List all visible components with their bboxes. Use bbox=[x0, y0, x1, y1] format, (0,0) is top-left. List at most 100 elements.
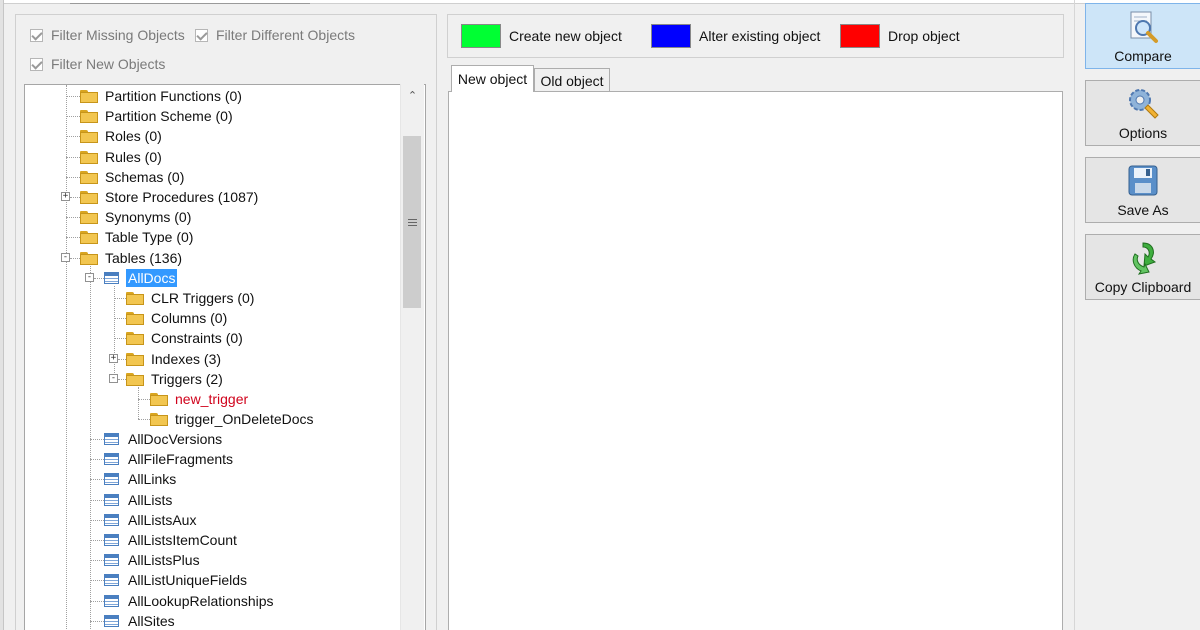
compare-button[interactable]: Compare bbox=[1085, 3, 1200, 69]
folder-icon bbox=[126, 291, 144, 305]
tree-node-new-trigger[interactable]: new_trigger bbox=[150, 389, 250, 409]
filter-missing-checkbox[interactable]: Filter Missing Objects bbox=[30, 26, 185, 44]
tree-node-alldocs[interactable]: AllDocs bbox=[104, 268, 178, 288]
tab-new-object-label: New object bbox=[457, 71, 528, 87]
legend-swatch-green bbox=[461, 24, 501, 48]
legend-drop: Drop object bbox=[840, 24, 960, 48]
checkbox-icon bbox=[195, 28, 208, 42]
folder-icon bbox=[150, 392, 168, 406]
color-legend: Create new object Alter existing object … bbox=[447, 14, 1064, 58]
folder-icon bbox=[126, 372, 144, 386]
table-icon bbox=[104, 595, 119, 607]
tree-node-store-procedures[interactable]: Store Procedures (1087) bbox=[80, 187, 260, 207]
window-edge bbox=[0, 0, 4, 630]
legend-drop-label: Drop object bbox=[888, 28, 960, 44]
compare-magnifier-icon bbox=[1130, 11, 1158, 43]
scroll-up-button[interactable]: ⌃ bbox=[401, 84, 424, 106]
tree-node-alllinks[interactable]: AllLinks bbox=[104, 469, 178, 489]
folder-icon bbox=[80, 89, 98, 103]
folder-icon bbox=[126, 311, 144, 325]
tree-node-alllookuprelationships[interactable]: AllLookupRelationships bbox=[104, 591, 276, 611]
table-icon bbox=[104, 272, 119, 284]
copy-clipboard-label: Copy Clipboard bbox=[1094, 279, 1192, 295]
collapse-toggle[interactable]: - bbox=[85, 273, 94, 282]
tree-node-clr-triggers[interactable]: CLR Triggers (0) bbox=[126, 288, 256, 308]
tree-node-trigger-ondeletedocs[interactable]: trigger_OnDeleteDocs bbox=[150, 409, 316, 429]
folder-icon bbox=[80, 210, 98, 224]
folder-icon bbox=[80, 170, 98, 184]
scrollbar-thumb[interactable] bbox=[403, 136, 421, 308]
tree-node-roles[interactable]: Roles (0) bbox=[80, 126, 164, 146]
checkbox-icon bbox=[30, 57, 43, 71]
collapse-toggle[interactable]: - bbox=[109, 374, 118, 383]
collapse-toggle[interactable]: - bbox=[61, 253, 70, 262]
legend-swatch-blue bbox=[651, 24, 691, 48]
table-icon bbox=[104, 453, 119, 465]
tree-node-constraints[interactable]: Constraints (0) bbox=[126, 328, 245, 348]
clipboard-arrow-icon bbox=[1132, 242, 1157, 275]
filter-different-checkbox[interactable]: Filter Different Objects bbox=[195, 26, 355, 44]
expand-toggle[interactable]: + bbox=[109, 354, 118, 363]
tree-node-triggers[interactable]: Triggers (2) bbox=[126, 369, 225, 389]
table-icon bbox=[104, 514, 119, 526]
tree-node-allsites[interactable]: AllSites bbox=[104, 611, 177, 630]
table-icon bbox=[104, 554, 119, 566]
tree-node-columns[interactable]: Columns (0) bbox=[126, 308, 229, 328]
tab-old-object-label: Old object bbox=[540, 73, 604, 89]
table-icon bbox=[104, 615, 119, 627]
folder-icon bbox=[80, 230, 98, 244]
top-border bbox=[0, 0, 1200, 4]
checkbox-icon bbox=[30, 28, 43, 42]
tab-new-object[interactable]: New object bbox=[451, 65, 534, 92]
tree-node-partition-functions[interactable]: Partition Functions (0) bbox=[80, 86, 244, 106]
folder-icon bbox=[80, 190, 98, 204]
folder-icon bbox=[150, 412, 168, 426]
legend-create: Create new object bbox=[461, 24, 622, 48]
table-icon bbox=[104, 534, 119, 546]
tree-node-alllistsplus[interactable]: AllListsPlus bbox=[104, 550, 202, 570]
copy-clipboard-button[interactable]: Copy Clipboard bbox=[1085, 234, 1200, 300]
tree-node-schemas[interactable]: Schemas (0) bbox=[80, 167, 186, 187]
tree-node-tables[interactable]: Tables (136) bbox=[80, 248, 184, 268]
tree-node-alllistuniquefields[interactable]: AllListUniqueFields bbox=[104, 570, 249, 590]
folder-icon bbox=[80, 129, 98, 143]
table-icon bbox=[104, 494, 119, 506]
compare-label: Compare bbox=[1114, 48, 1172, 64]
folder-icon bbox=[126, 352, 144, 366]
tree-node-rules[interactable]: Rules (0) bbox=[80, 147, 164, 167]
table-icon bbox=[104, 433, 119, 445]
tab-old-object[interactable]: Old object bbox=[534, 68, 610, 93]
folder-icon bbox=[80, 251, 98, 265]
save-as-label: Save As bbox=[1117, 202, 1169, 218]
options-gear-icon bbox=[1129, 89, 1159, 119]
object-tree[interactable]: + - - + - Partition Functions (0) Partit… bbox=[24, 84, 426, 630]
tree-node-alldocversions[interactable]: AllDocVersions bbox=[104, 429, 224, 449]
tree-node-indexes[interactable]: Indexes (3) bbox=[126, 349, 223, 369]
filter-new-checkbox[interactable]: Filter New Objects bbox=[30, 55, 165, 73]
folder-icon bbox=[80, 109, 98, 123]
table-icon bbox=[104, 473, 119, 485]
tree-node-alllists[interactable]: AllLists bbox=[104, 490, 174, 510]
options-button[interactable]: Options bbox=[1085, 80, 1200, 146]
options-label: Options bbox=[1118, 125, 1168, 141]
tree-node-table-type[interactable]: Table Type (0) bbox=[80, 227, 195, 247]
tree-node-alllistsaux[interactable]: AllListsAux bbox=[104, 510, 198, 530]
legend-alter-label: Alter existing object bbox=[699, 28, 821, 44]
toolbar-separator bbox=[1074, 0, 1075, 630]
save-as-button[interactable]: Save As bbox=[1085, 157, 1200, 223]
legend-create-label: Create new object bbox=[509, 28, 622, 44]
tree-scrollbar[interactable]: ⌃ bbox=[400, 84, 424, 630]
tree-node-partition-scheme[interactable]: Partition Scheme (0) bbox=[80, 106, 235, 126]
tree-node-allfilefragments[interactable]: AllFileFragments bbox=[104, 449, 235, 469]
folder-icon bbox=[126, 331, 144, 345]
chevron-up-icon: ⌃ bbox=[407, 89, 418, 102]
tree-node-alllistsitemcount[interactable]: AllListsItemCount bbox=[104, 530, 239, 550]
table-icon bbox=[104, 574, 119, 586]
script-content-area[interactable] bbox=[448, 91, 1063, 630]
folder-icon bbox=[80, 150, 98, 164]
legend-alter: Alter existing object bbox=[651, 24, 820, 48]
filter-different-label: Filter Different Objects bbox=[216, 27, 356, 43]
expand-toggle[interactable]: + bbox=[61, 192, 70, 201]
tree-node-synonyms[interactable]: Synonyms (0) bbox=[80, 207, 193, 227]
filter-missing-label: Filter Missing Objects bbox=[51, 27, 185, 43]
